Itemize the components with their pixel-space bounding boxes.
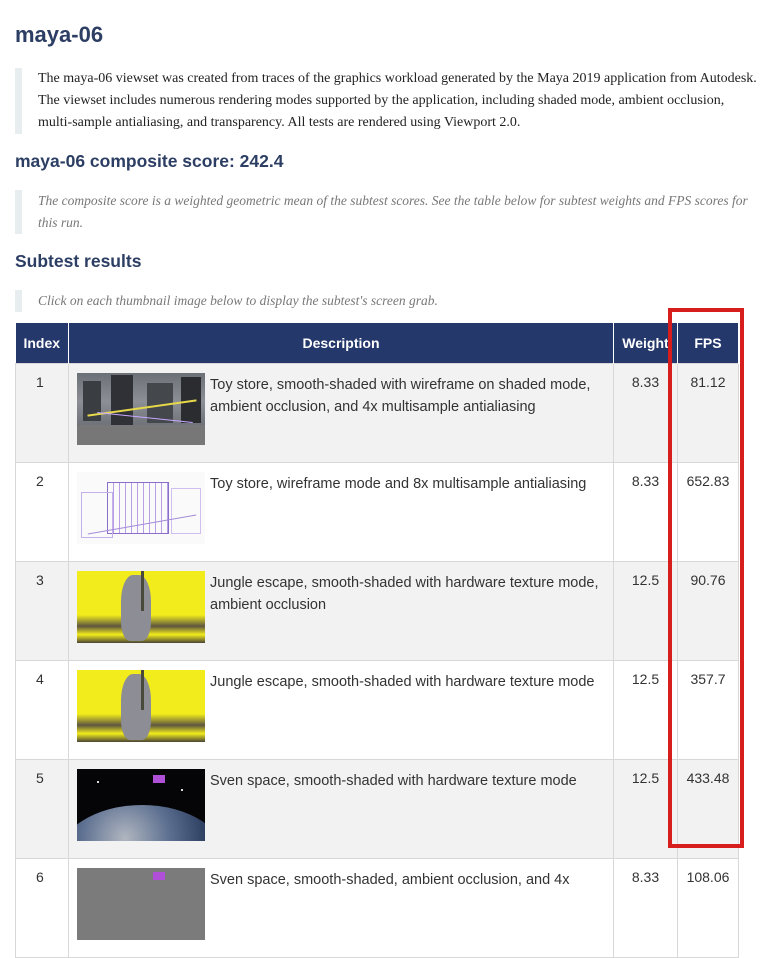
column-header-description: Description — [68, 323, 614, 364]
row-description: Sven space, smooth-shaded with hardware … — [68, 759, 614, 859]
row-fps: 81.12 — [677, 363, 739, 463]
thumbnail-image[interactable] — [77, 868, 205, 940]
table-header-row: Index Description Weight FPS — [15, 323, 739, 364]
row-description-text: Toy store, wireframe mode and 8x multisa… — [210, 476, 587, 492]
intro-paragraph: The maya-06 viewset was created from tra… — [15, 68, 758, 134]
table-row: 6 Sven space, smooth-shaded, ambient occ… — [15, 858, 739, 958]
row-weight: 12.5 — [613, 759, 678, 859]
thumbnail-image[interactable] — [77, 373, 205, 445]
row-index: 6 — [15, 858, 69, 958]
row-description: Toy store, smooth-shaded with wireframe … — [68, 363, 614, 463]
table-row: 4 Jungle escape, smooth-shaded with hard… — [15, 660, 739, 760]
thumbnail-image[interactable] — [77, 472, 205, 544]
row-description: Sven space, smooth-shaded, ambient occlu… — [68, 858, 614, 958]
row-description-text: Toy store, smooth-shaded with wireframe … — [210, 377, 591, 415]
thumbnail-image[interactable] — [77, 571, 205, 643]
row-index: 4 — [15, 660, 69, 760]
subtest-note: Click on each thumbnail image below to d… — [15, 290, 758, 312]
row-index: 1 — [15, 363, 69, 463]
subtest-results-table: Index Description Weight FPS 1 Toy store… — [15, 323, 739, 958]
row-description-text: Sven space, smooth-shaded with hardware … — [210, 773, 577, 789]
row-weight: 8.33 — [613, 462, 678, 562]
table-row: 5 Sven space, smooth-shaded with hardwar… — [15, 759, 739, 859]
table-row: 1 Toy store, smooth-shaded with wirefram… — [15, 363, 739, 463]
row-fps: 108.06 — [677, 858, 739, 958]
row-description: Jungle escape, smooth-shaded with hardwa… — [68, 660, 614, 760]
composite-score-heading: maya-06 composite score: 242.4 — [15, 151, 284, 171]
thumbnail-image[interactable] — [77, 670, 205, 742]
row-index: 5 — [15, 759, 69, 859]
row-fps: 357.7 — [677, 660, 739, 760]
row-description: Toy store, wireframe mode and 8x multisa… — [68, 462, 614, 562]
row-description-text: Jungle escape, smooth-shaded with hardwa… — [210, 575, 599, 613]
row-fps: 652.83 — [677, 462, 739, 562]
row-weight: 12.5 — [613, 660, 678, 760]
composite-note: The composite score is a weighted geomet… — [15, 190, 758, 234]
row-weight: 8.33 — [613, 858, 678, 958]
table-row: 2 Toy store, wireframe mode and 8x multi… — [15, 462, 739, 562]
table-row: 3 Jungle escape, smooth-shaded with hard… — [15, 561, 739, 661]
page-title: maya-06 — [15, 22, 104, 47]
row-description-text: Sven space, smooth-shaded, ambient occlu… — [210, 872, 570, 888]
row-description-text: Jungle escape, smooth-shaded with hardwa… — [210, 674, 595, 690]
row-fps: 90.76 — [677, 561, 739, 661]
row-weight: 12.5 — [613, 561, 678, 661]
row-index: 2 — [15, 462, 69, 562]
row-weight: 8.33 — [613, 363, 678, 463]
row-index: 3 — [15, 561, 69, 661]
column-header-fps: FPS — [677, 323, 739, 364]
subtest-results-heading: Subtest results — [15, 251, 142, 271]
row-description: Jungle escape, smooth-shaded with hardwa… — [68, 561, 614, 661]
column-header-weight: Weight — [613, 323, 678, 364]
column-header-index: Index — [15, 323, 69, 364]
row-fps: 433.48 — [677, 759, 739, 859]
thumbnail-image[interactable] — [77, 769, 205, 841]
